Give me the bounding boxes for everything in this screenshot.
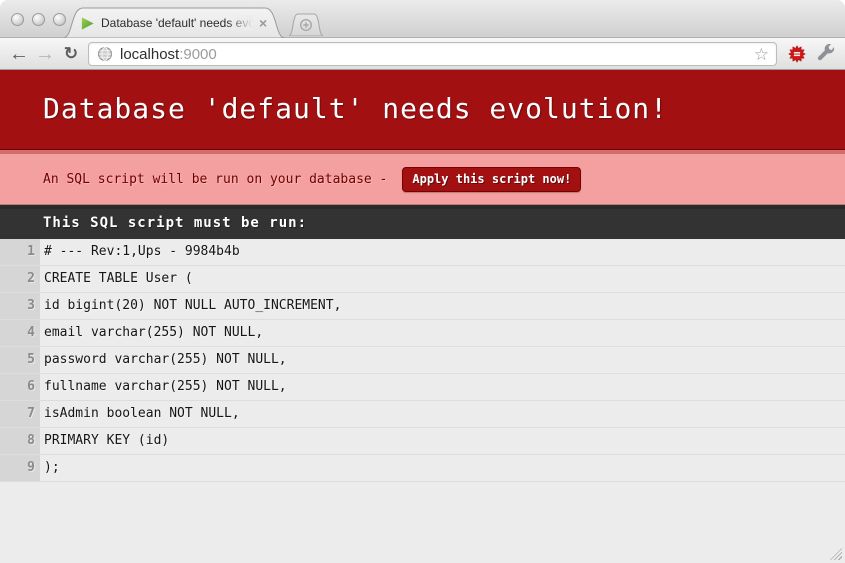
code-text: email varchar(255) NOT NULL, xyxy=(40,320,268,346)
code-line: 6 fullname varchar(255) NOT NULL, xyxy=(0,374,845,401)
window-controls xyxy=(11,13,66,26)
address-bar[interactable]: localhost:9000 ☆ xyxy=(88,42,777,66)
forward-button[interactable]: → xyxy=(32,38,58,70)
code-line: 4 email varchar(255) NOT NULL, xyxy=(0,320,845,347)
evolution-error-page: Database 'default' needs evolution! An S… xyxy=(0,70,845,482)
line-number: 3 xyxy=(0,293,40,319)
line-number: 1 xyxy=(0,239,40,265)
play-framework-favicon-icon xyxy=(80,16,95,31)
code-line: 3 id bigint(20) NOT NULL AUTO_INCREMENT, xyxy=(0,293,845,320)
code-text: id bigint(20) NOT NULL AUTO_INCREMENT, xyxy=(40,293,346,319)
line-number: 2 xyxy=(0,266,40,292)
tab-title-fade xyxy=(227,15,253,31)
code-text: # --- Rev:1,Ups - 9984b4b xyxy=(40,239,245,265)
active-tab-content[interactable]: Database 'default' needs evo × xyxy=(78,11,282,35)
code-text: password varchar(255) NOT NULL, xyxy=(40,347,292,373)
detail-text: An SQL script will be run on your databa… xyxy=(43,172,387,187)
reload-button[interactable]: ↻ xyxy=(58,38,84,70)
code-text: CREATE TABLE User ( xyxy=(40,266,198,292)
url-host: localhost xyxy=(120,46,179,63)
globe-icon xyxy=(97,46,113,62)
url-port: :9000 xyxy=(179,46,217,63)
line-number: 8 xyxy=(0,428,40,454)
wrench-menu-icon[interactable] xyxy=(816,44,836,64)
script-header: This SQL script must be run: xyxy=(43,215,802,232)
code-text: ); xyxy=(40,455,65,481)
code-text: PRIMARY KEY (id) xyxy=(40,428,174,454)
red-burst-extension-icon[interactable] xyxy=(787,44,807,64)
tab-close-icon[interactable]: × xyxy=(259,16,267,30)
close-window-button[interactable] xyxy=(11,13,24,26)
line-number: 4 xyxy=(0,320,40,346)
apply-script-button[interactable]: Apply this script now! xyxy=(402,167,581,192)
minimize-window-button[interactable] xyxy=(32,13,45,26)
line-number: 9 xyxy=(0,455,40,481)
tab-title: Database 'default' needs evo xyxy=(101,15,253,31)
code-line: 9 ); xyxy=(0,455,845,482)
new-tab-button[interactable] xyxy=(288,13,324,36)
line-number: 6 xyxy=(0,374,40,400)
code-line: 8 PRIMARY KEY (id) xyxy=(0,428,845,455)
code-line: 1 # --- Rev:1,Ups - 9984b4b xyxy=(0,239,845,266)
bookmark-star-icon[interactable]: ☆ xyxy=(754,46,769,63)
page-title: Database 'default' needs evolution! xyxy=(43,91,802,127)
browser-toolbar: ← → ↻ localhost:9000 ☆ xyxy=(0,38,845,70)
code-line: 2 CREATE TABLE User ( xyxy=(0,266,845,293)
script-header-bar: This SQL script must be run: xyxy=(0,205,845,239)
detail-banner: An SQL script will be run on your databa… xyxy=(0,150,845,205)
code-text: fullname varchar(255) NOT NULL, xyxy=(40,374,292,400)
line-number: 5 xyxy=(0,347,40,373)
error-header: Database 'default' needs evolution! xyxy=(0,70,845,150)
back-button[interactable]: ← xyxy=(6,38,32,70)
browser-window: Database 'default' needs evo × ← → ↻ xyxy=(0,0,845,563)
code-text: isAdmin boolean NOT NULL, xyxy=(40,401,245,427)
code-line: 7 isAdmin boolean NOT NULL, xyxy=(0,401,845,428)
titlebar: Database 'default' needs evo × xyxy=(0,0,845,38)
line-number: 7 xyxy=(0,401,40,427)
sql-script-listing: 1 # --- Rev:1,Ups - 9984b4b 2 CREATE TAB… xyxy=(0,239,845,482)
window-resize-grip[interactable] xyxy=(830,548,842,560)
code-line: 5 password varchar(255) NOT NULL, xyxy=(0,347,845,374)
url-text[interactable]: localhost:9000 xyxy=(120,46,754,63)
